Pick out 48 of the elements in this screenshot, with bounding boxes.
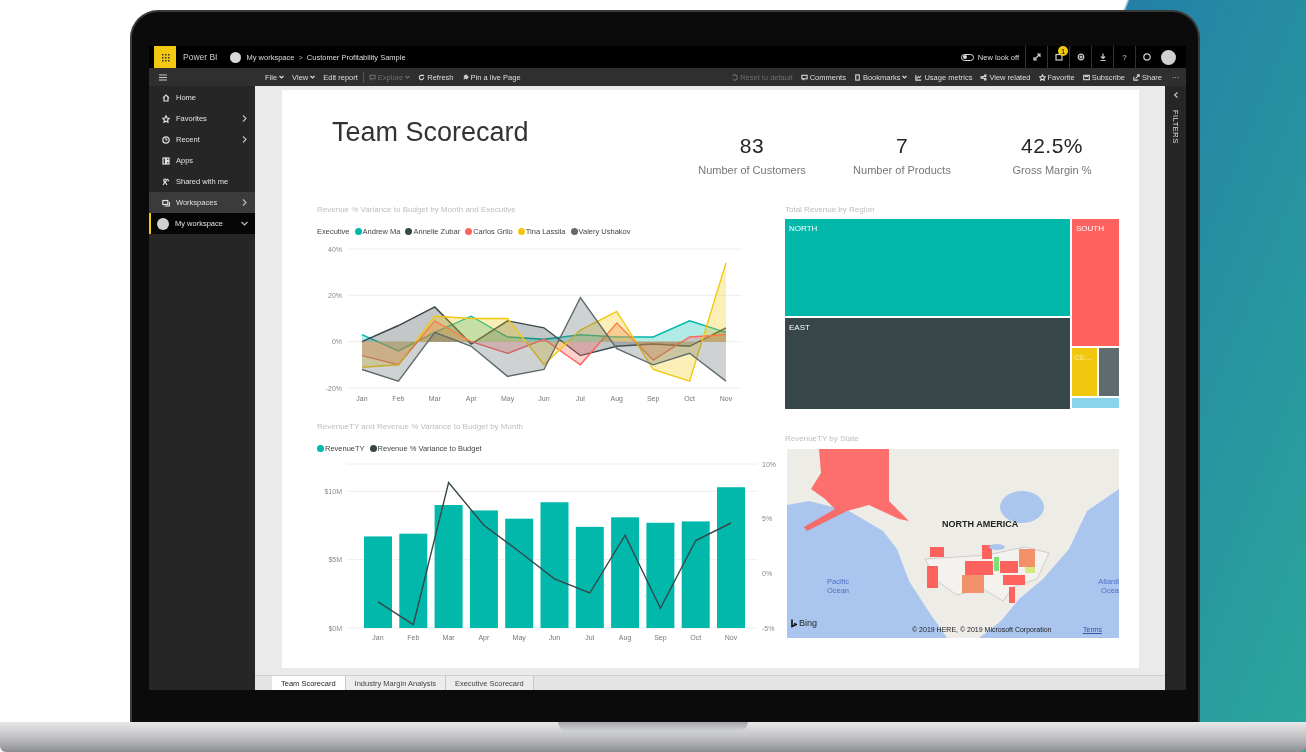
mail-icon <box>1082 73 1090 81</box>
app-launcher-button[interactable] <box>154 46 176 68</box>
download-icon <box>1098 53 1107 61</box>
map-logo-text: Bing <box>799 618 817 628</box>
workspaces-icon <box>162 198 170 207</box>
bing-logo-icon <box>791 619 797 628</box>
map-label: NORTH AMERICA <box>942 519 1019 529</box>
chevron-icon[interactable] <box>1173 92 1178 98</box>
kpi-value: 83 <box>739 134 765 158</box>
caret-icon <box>310 75 316 79</box>
reset-icon <box>731 73 739 81</box>
line-chart-icon <box>915 73 923 81</box>
report-title: Team Scorecard <box>332 117 529 149</box>
caret-icon <box>279 75 285 79</box>
kpi-value: 7 <box>895 134 909 158</box>
settings-icon <box>1076 53 1085 61</box>
star-icon <box>1038 73 1046 81</box>
chevron-icon <box>242 115 247 122</box>
home-icon <box>162 93 170 102</box>
treemap-tile: SOUTH <box>1072 219 1119 346</box>
caret-icon <box>405 75 411 79</box>
treemap-tile: CE... <box>1072 348 1097 396</box>
avatar-icon <box>157 217 169 230</box>
chevron-icon <box>241 221 248 226</box>
share-nodes-icon <box>980 73 988 81</box>
bookmark-icon <box>853 73 861 81</box>
clock-icon <box>162 135 170 144</box>
app-name: Power BI <box>183 52 218 62</box>
share-icon <box>1133 73 1140 81</box>
grid-icon <box>160 52 170 62</box>
comment-icon <box>800 73 808 81</box>
kpi-value: 42.5% <box>1020 134 1083 158</box>
kpi-label: Number of Products <box>853 164 951 176</box>
chevron-icon <box>242 136 247 143</box>
kpi-label: Gross Margin % <box>1012 164 1092 176</box>
star-icon <box>162 114 170 123</box>
avatar-icon <box>229 51 241 63</box>
person-icon <box>162 177 170 186</box>
treemap-tile: EAST <box>785 318 1070 409</box>
caret-icon <box>902 75 908 79</box>
apps-icon <box>162 156 170 165</box>
diagonal-arrow-icon <box>1032 53 1041 61</box>
treemap-tile: NORTH <box>785 219 1070 316</box>
refresh-icon <box>418 73 426 81</box>
chevron-icon <box>242 199 247 206</box>
kpi-label: Number of Customers <box>698 164 806 176</box>
avatar-icon[interactable] <box>1161 49 1176 65</box>
menu-icon <box>159 73 167 81</box>
